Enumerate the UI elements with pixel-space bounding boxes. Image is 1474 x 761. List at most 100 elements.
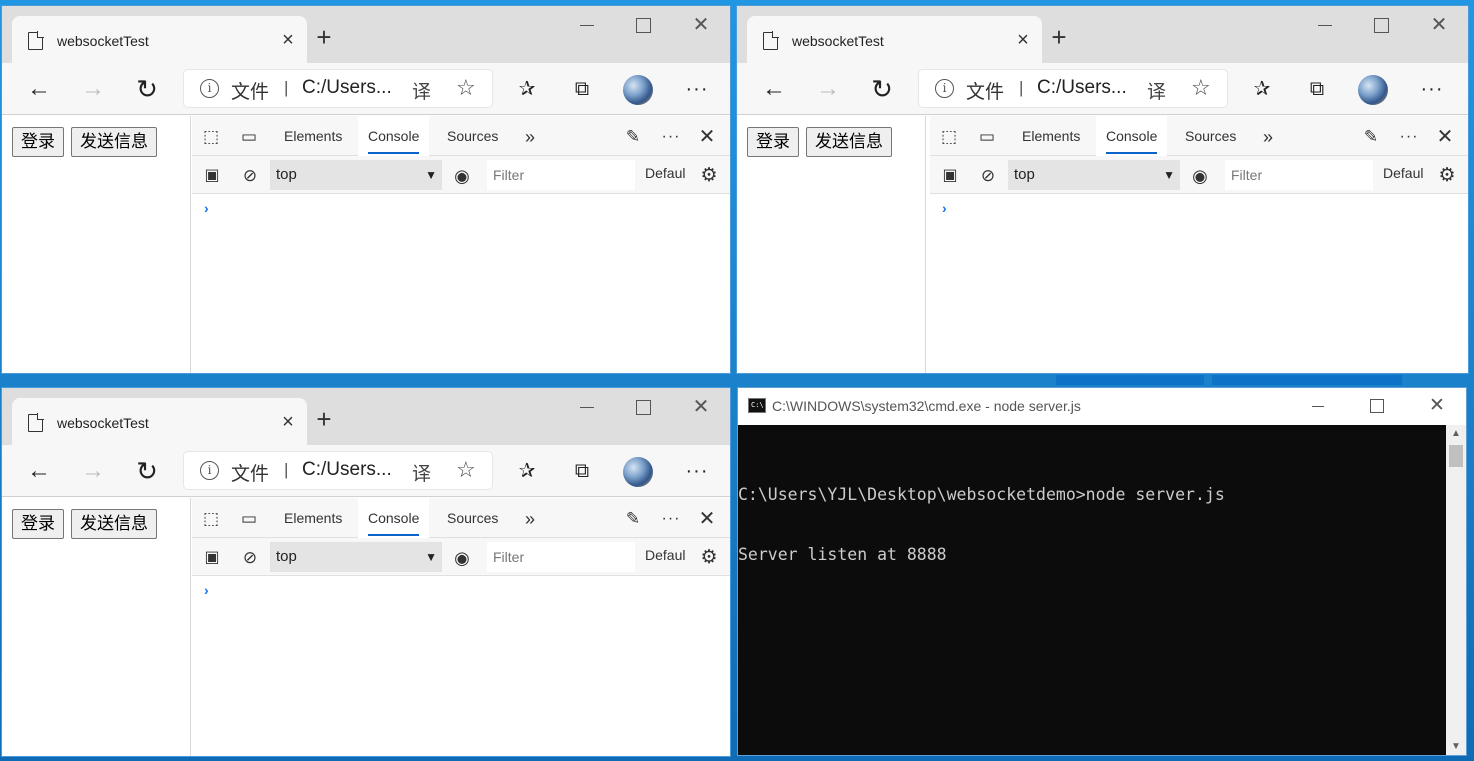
- clear-console-icon[interactable]: ⊘: [239, 165, 261, 187]
- back-arrow-icon[interactable]: ←: [24, 74, 54, 104]
- minimize-button[interactable]: [1310, 12, 1340, 38]
- sidebar-icon[interactable]: ▣: [939, 165, 961, 187]
- cmd-output[interactable]: C:\Users\YJL\Desktop\websocketdemo>node …: [738, 425, 1446, 755]
- send-message-button[interactable]: 发送信息: [806, 127, 892, 157]
- star-icon[interactable]: ☆: [456, 457, 476, 483]
- eye-icon[interactable]: ◉: [451, 165, 473, 187]
- clear-console-icon[interactable]: ⊘: [977, 165, 999, 187]
- browser-tab[interactable]: websocketTest ×: [12, 398, 307, 445]
- filter-input[interactable]: [487, 160, 635, 190]
- devtools-menu-icon[interactable]: ···: [1398, 126, 1420, 148]
- console-prompt[interactable]: ›: [204, 200, 209, 216]
- reload-icon[interactable]: ↻: [867, 74, 897, 104]
- sidebar-icon[interactable]: ▣: [201, 547, 223, 569]
- address-bar[interactable]: i 文件 | C:/Users... 译 ☆: [919, 70, 1227, 107]
- inspect-icon[interactable]: ⬚: [200, 508, 222, 530]
- eye-icon[interactable]: ◉: [451, 547, 473, 569]
- send-message-button[interactable]: 发送信息: [71, 509, 157, 539]
- avatar[interactable]: [1358, 75, 1388, 105]
- close-icon[interactable]: ✕: [1434, 126, 1456, 148]
- translate-icon[interactable]: 译: [412, 77, 431, 104]
- collections-icon[interactable]: ⧉: [1303, 75, 1331, 103]
- favorites-icon[interactable]: ✰: [513, 75, 541, 103]
- address-url[interactable]: C:/Users...: [302, 77, 392, 99]
- scroll-down-icon[interactable]: ▼: [1446, 738, 1466, 755]
- tab-sources[interactable]: Sources: [1175, 116, 1246, 156]
- login-button[interactable]: 登录: [12, 509, 64, 539]
- device-emulation-icon[interactable]: ▭: [976, 126, 998, 148]
- gear-icon[interactable]: ⚙: [1436, 165, 1458, 187]
- address-bar[interactable]: i 文件 | C:/Users... 译 ☆: [184, 452, 492, 489]
- console-prompt[interactable]: ›: [942, 200, 947, 216]
- info-icon[interactable]: i: [200, 461, 219, 480]
- maximize-button[interactable]: [1366, 12, 1396, 38]
- forward-arrow-icon[interactable]: →: [78, 456, 108, 486]
- avatar[interactable]: [623, 75, 653, 105]
- inspect-icon[interactable]: ⬚: [200, 126, 222, 148]
- more-tabs-icon[interactable]: »: [519, 508, 541, 530]
- address-url[interactable]: C:/Users...: [1037, 77, 1127, 99]
- minimize-button[interactable]: [572, 394, 602, 420]
- close-icon[interactable]: ✕: [696, 126, 718, 148]
- log-levels-select[interactable]: Defaul: [1383, 165, 1423, 181]
- device-emulation-icon[interactable]: ▭: [238, 508, 260, 530]
- filter-input[interactable]: [1225, 160, 1373, 190]
- tab-console[interactable]: Console: [358, 116, 430, 156]
- maximize-button[interactable]: [628, 394, 658, 420]
- gear-icon[interactable]: ⚙: [698, 165, 720, 187]
- collections-icon[interactable]: ⧉: [568, 75, 596, 103]
- tab-elements[interactable]: Elements: [274, 116, 352, 156]
- sidebar-icon[interactable]: ▣: [201, 165, 223, 187]
- cmd-close-button[interactable]: ✕: [1422, 394, 1452, 418]
- log-levels-select[interactable]: Defaul: [645, 547, 685, 563]
- feedback-icon[interactable]: ✎: [1360, 126, 1382, 148]
- window-close-button[interactable]: ✕: [686, 394, 716, 420]
- more-tabs-icon[interactable]: »: [1257, 126, 1279, 148]
- star-icon[interactable]: ☆: [456, 75, 476, 101]
- browser-tab[interactable]: websocketTest ×: [747, 16, 1042, 63]
- tab-close-button[interactable]: ×: [277, 29, 299, 51]
- more-icon[interactable]: ···: [683, 75, 711, 103]
- context-select[interactable]: top ▼: [1008, 160, 1180, 190]
- minimize-button[interactable]: [572, 12, 602, 38]
- tab-console[interactable]: Console: [1096, 116, 1168, 156]
- send-message-button[interactable]: 发送信息: [71, 127, 157, 157]
- devtools-menu-icon[interactable]: ···: [660, 126, 682, 148]
- tab-elements[interactable]: Elements: [274, 498, 352, 538]
- avatar[interactable]: [623, 457, 653, 487]
- tab-close-button[interactable]: ×: [1012, 29, 1034, 51]
- window-close-button[interactable]: ✕: [1424, 12, 1454, 38]
- forward-arrow-icon[interactable]: →: [78, 74, 108, 104]
- more-icon[interactable]: ···: [683, 457, 711, 485]
- collections-icon[interactable]: ⧉: [568, 457, 596, 485]
- log-levels-select[interactable]: Defaul: [645, 165, 685, 181]
- maximize-button[interactable]: [628, 12, 658, 38]
- device-emulation-icon[interactable]: ▭: [238, 126, 260, 148]
- more-icon[interactable]: ···: [1418, 75, 1446, 103]
- filter-input[interactable]: [487, 542, 635, 572]
- cmd-title-bar[interactable]: C:\ C:\WINDOWS\system32\cmd.exe - node s…: [738, 388, 1466, 425]
- devtools-menu-icon[interactable]: ···: [660, 508, 682, 530]
- cmd-maximize-button[interactable]: [1362, 394, 1392, 418]
- tab-sources[interactable]: Sources: [437, 116, 508, 156]
- reload-icon[interactable]: ↻: [132, 456, 162, 486]
- context-select[interactable]: top ▼: [270, 160, 442, 190]
- back-arrow-icon[interactable]: ←: [24, 456, 54, 486]
- translate-icon[interactable]: 译: [1147, 77, 1166, 104]
- login-button[interactable]: 登录: [747, 127, 799, 157]
- favorites-icon[interactable]: ✰: [513, 457, 541, 485]
- tab-close-button[interactable]: ×: [277, 411, 299, 433]
- address-bar[interactable]: i 文件 | C:/Users... 译 ☆: [184, 70, 492, 107]
- window-close-button[interactable]: ✕: [686, 12, 716, 38]
- login-button[interactable]: 登录: [12, 127, 64, 157]
- back-arrow-icon[interactable]: ←: [759, 74, 789, 104]
- reload-icon[interactable]: ↻: [132, 74, 162, 104]
- console-prompt[interactable]: ›: [204, 582, 209, 598]
- gear-icon[interactable]: ⚙: [698, 547, 720, 569]
- cmd-minimize-button[interactable]: [1304, 394, 1334, 418]
- info-icon[interactable]: i: [200, 79, 219, 98]
- feedback-icon[interactable]: ✎: [622, 508, 644, 530]
- eye-icon[interactable]: ◉: [1189, 165, 1211, 187]
- new-tab-button[interactable]: +: [1047, 24, 1071, 50]
- feedback-icon[interactable]: ✎: [622, 126, 644, 148]
